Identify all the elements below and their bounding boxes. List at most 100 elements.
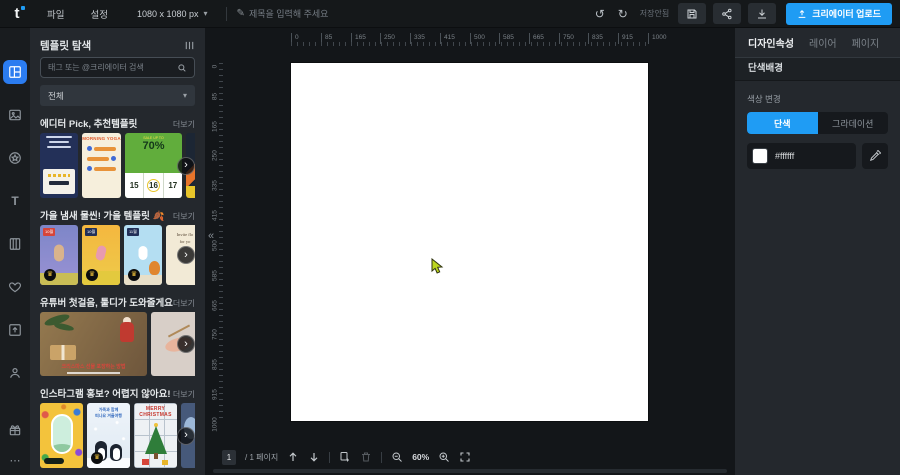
rail-elements-button[interactable] <box>3 146 27 170</box>
next-templates-button[interactable]: › <box>177 427 195 445</box>
zoom-out-button[interactable] <box>391 451 403 463</box>
thumb-text: 크리스마스 선물 포장하는 방법 <box>40 363 147 370</box>
template-thumbnail-october-1[interactable]: 10월 ♛ <box>40 225 78 285</box>
menu-file[interactable]: 파일 <box>34 0 77 27</box>
undo-button[interactable]: ↺ <box>592 7 608 21</box>
expand-icon <box>459 451 471 463</box>
template-icon <box>8 65 22 79</box>
rail-profile-button[interactable] <box>3 361 27 385</box>
redo-button[interactable]: ↻ <box>615 7 631 21</box>
ruler-tick: 585 <box>212 263 219 289</box>
logo-dot <box>21 6 25 10</box>
decor <box>87 156 116 161</box>
see-more-link[interactable]: 더보기 <box>173 389 195 400</box>
tab-layers[interactable]: 레이어 <box>809 35 837 50</box>
rail-library-button[interactable] <box>3 232 27 256</box>
canvas-workspace[interactable]: 0 85 165 250 335 415 500 585 665 750 835… <box>205 28 735 475</box>
rail-favorites-button[interactable] <box>3 275 27 299</box>
decor <box>149 261 160 275</box>
ruler-tick: 165 <box>212 114 219 140</box>
gift-icon <box>8 423 22 437</box>
ruler-tick: 85 <box>212 84 219 110</box>
solid-fill-tab[interactable]: 단색 <box>747 112 818 134</box>
next-templates-button[interactable]: › <box>177 335 195 353</box>
color-swatch[interactable] <box>752 148 768 164</box>
gradient-fill-tab[interactable]: 그라데이션 <box>818 112 889 134</box>
floppy-icon <box>686 8 698 20</box>
save-button[interactable] <box>678 3 706 24</box>
thumb-text: 70% <box>125 140 182 152</box>
page-up-button[interactable] <box>287 451 299 463</box>
category-dropdown[interactable]: 전체 ▾ <box>40 85 195 106</box>
image-icon <box>8 108 22 122</box>
app-logo[interactable]: t <box>0 5 34 22</box>
tab-design-properties[interactable]: 디자인속성 <box>748 35 794 50</box>
decor <box>44 458 64 464</box>
ruler-tick: 750 <box>212 322 219 348</box>
layout-toggle-button[interactable] <box>184 40 195 51</box>
see-more-link[interactable]: 더보기 <box>173 211 195 222</box>
menu-settings[interactable]: 설정 <box>77 0 120 27</box>
premium-crown-badge: ♛ <box>128 269 140 281</box>
divider <box>329 452 330 463</box>
see-more-link[interactable]: 더보기 <box>173 119 195 130</box>
template-thumbnail-penguin[interactable]: 가족과 함께 떠나요 겨울여행 ♛ <box>87 403 130 468</box>
delete-page-button[interactable] <box>360 451 372 463</box>
fill-type-toggle: 단색 그라데이션 <box>747 112 888 134</box>
horizontal-scrollbar[interactable] <box>213 469 727 473</box>
template-thumbnail-mirror[interactable] <box>40 403 83 468</box>
creator-upload-button[interactable]: 크리에이터 업로드 <box>786 3 892 25</box>
hex-color-field[interactable]: #ffffff <box>747 143 856 169</box>
fit-screen-button[interactable] <box>459 451 471 463</box>
template-thumbnail-christmas-tree[interactable]: MERRY CHRISTMAS <box>134 403 177 468</box>
search-icon[interactable] <box>177 63 187 73</box>
template-thumbnail-yoga[interactable]: MORNING YOGA <box>82 133 121 198</box>
rail-uploads-button[interactable] <box>3 318 27 342</box>
mouse-cursor <box>431 258 444 275</box>
zoom-in-button[interactable] <box>438 451 450 463</box>
template-thumbnail-christmas-video[interactable]: 크리스마스 선물 포장하는 방법 <box>40 312 147 376</box>
decor <box>162 460 168 465</box>
collapse-panel-button[interactable]: « <box>205 226 217 246</box>
background-section-title: 단색배경 <box>735 58 900 81</box>
rail-more-button[interactable]: ⋯ <box>3 448 27 472</box>
page-down-button[interactable] <box>308 451 320 463</box>
template-thumbnail-october-2[interactable]: 10월 ♛ <box>82 225 120 285</box>
thumb-text: MORNING YOGA <box>82 136 121 141</box>
text-tool-icon: T <box>11 194 18 208</box>
decor <box>142 459 149 465</box>
divider <box>381 452 382 463</box>
decor <box>51 414 73 454</box>
ruler-minor-ticks <box>291 42 649 46</box>
share-button[interactable] <box>713 3 741 24</box>
rail-gift-button[interactable] <box>3 418 27 442</box>
eyedropper-button[interactable] <box>862 143 888 169</box>
premium-crown-badge: ♛ <box>86 269 98 281</box>
decor <box>50 345 76 360</box>
add-page-button[interactable] <box>339 451 351 463</box>
template-thumbnail-sale[interactable]: SALE UP TO 70% 15 16 17 <box>125 133 182 198</box>
grid-columns-icon <box>184 40 195 51</box>
zoom-level-value[interactable]: 60% <box>412 452 429 462</box>
next-templates-button[interactable]: › <box>177 246 195 264</box>
rail-text-button[interactable]: T <box>3 189 27 213</box>
see-more-link[interactable]: 더보기 <box>173 298 195 309</box>
eyedropper-icon <box>869 150 881 162</box>
download-button[interactable] <box>748 3 776 24</box>
search-input[interactable] <box>48 63 172 72</box>
tool-rail: T ⋯ <box>0 28 30 475</box>
decor <box>47 146 71 148</box>
design-page[interactable] <box>291 63 648 421</box>
more-dots-icon: ⋯ <box>10 454 21 467</box>
tab-pages[interactable]: 페이지 <box>852 35 880 50</box>
canvas-size-select[interactable]: 1080 x 1080 px ▾ <box>127 9 218 19</box>
ruler-tick: 250 <box>212 143 219 169</box>
document-title-input[interactable]: 제목을 입력해 주세요 <box>249 7 329 20</box>
add-page-icon <box>339 451 351 463</box>
next-templates-button[interactable]: › <box>177 157 195 175</box>
template-thumbnail-night-poster[interactable] <box>40 133 78 198</box>
rail-templates-button[interactable] <box>3 60 27 84</box>
rail-photos-button[interactable] <box>3 103 27 127</box>
template-thumbnail-november[interactable]: 11월 ♛ <box>124 225 162 285</box>
color-value-row: #ffffff <box>747 143 888 169</box>
